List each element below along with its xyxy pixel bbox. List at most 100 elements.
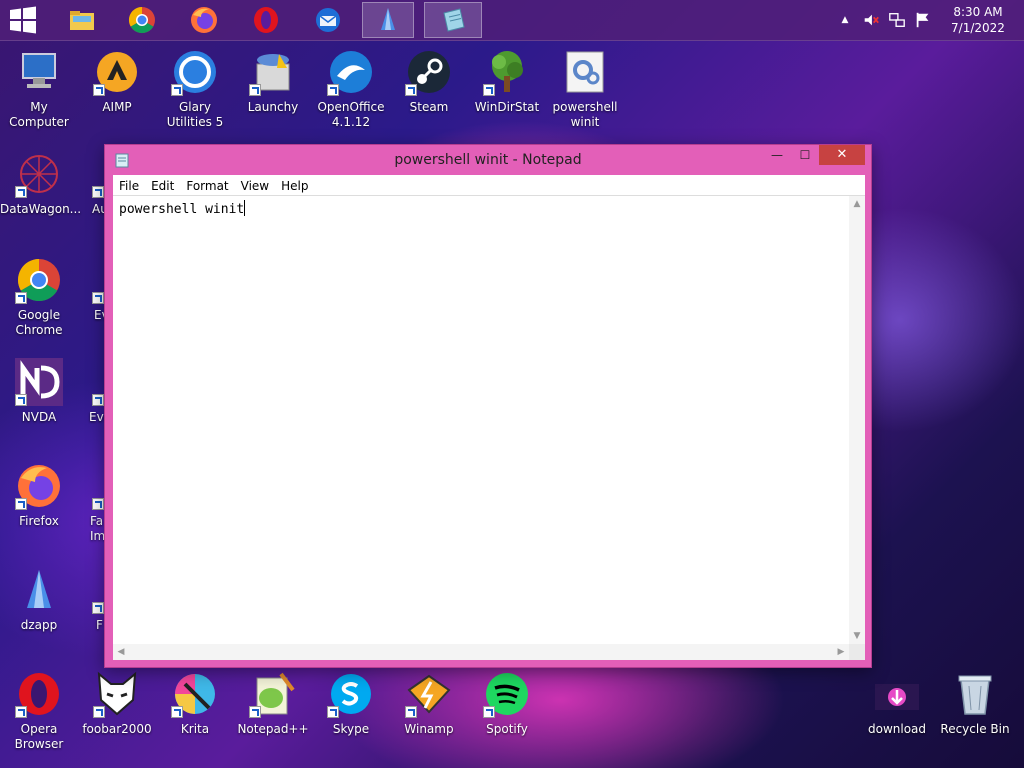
editor-text: powershell winit [119,202,245,217]
desktop-icon-spotify[interactable]: Spotify [468,670,546,737]
desktop-icon-label: Glary Utilities 5 [166,100,224,129]
horizontal-scrollbar[interactable]: ◀ ▶ [113,644,849,660]
desktop-icon-label: Eve [89,410,104,424]
taskbar-chrome[interactable] [116,2,168,38]
recycle-bin-icon [958,675,992,715]
scroll-left-icon[interactable]: ◀ [113,644,129,660]
desktop-icon-fa-imag-partial[interactable]: Fa Imag [78,462,104,544]
desktop-icon-krita[interactable]: Krita [156,670,234,737]
desktop-icon-nvda[interactable]: NVDA [0,358,78,425]
size-grip[interactable] [849,644,865,660]
taskbar-dzapp[interactable] [362,2,414,38]
download-folder-icon [875,684,919,710]
desktop-icon-label: AIMP [102,100,132,114]
desktop-icon-recycle-bin[interactable]: Recycle Bin [936,670,1014,737]
desktop-icon-opera-browser[interactable]: Opera Browser [0,670,78,752]
desktop-icon-launchy[interactable]: Launchy [234,48,312,115]
dzapp-icon [27,570,51,608]
desktop-icon-notepad-plus-plus[interactable]: Notepad++ [234,670,312,737]
desktop-icon-foobar2000[interactable]: foobar2000 [78,670,156,737]
desktop-icon-google-chrome[interactable]: Google Chrome [0,256,78,338]
desktop-icon-powershell-winit[interactable]: powershell winit [546,48,624,130]
desktop-icon-label: WinDirStat [474,100,540,114]
taskbar-thunderbird[interactable] [302,2,354,38]
desktop-icon-datawagon[interactable]: DataWagon... [0,150,82,217]
menu-help[interactable]: Help [275,175,314,195]
desktop-icon-dzapp[interactable]: dzapp [0,566,78,633]
text-editor[interactable]: powershell winit ▲ ▼ ◀ ▶ [113,196,865,660]
text-caret [244,200,246,216]
menu-view[interactable]: View [235,175,275,195]
taskbar: ▲ 8:30 AM 7/1/2022 [0,0,1024,41]
opera-icon [254,7,278,33]
title-bar[interactable]: powershell winit - Notepad — ☐ ✕ [105,145,871,175]
desktop-icon-label: download [867,722,927,736]
desktop-icon-label: Steam [409,100,449,114]
desktop-icon-skype[interactable]: Skype [312,670,390,737]
menu-bar: File Edit Format View Help [113,175,865,196]
desktop-icon-my-computer[interactable]: My Computer [0,48,78,130]
taskbar-opera[interactable] [240,2,292,38]
desktop-icon-label: Ev [94,308,104,322]
desktop-icon-firefox[interactable]: Firefox [0,462,78,529]
vertical-scrollbar[interactable]: ▲ ▼ [849,196,865,644]
window-title: powershell winit - Notepad [394,152,582,168]
desktop-icon-label: dzapp [20,618,58,632]
clock[interactable]: 8:30 AM 7/1/2022 [938,4,1018,36]
desktop-icon-au-partial[interactable]: Au [78,150,104,217]
desktop-icon-label: Opera Browser [14,722,64,751]
desktop-icon-label: OpenOffice 4.1.12 [317,100,385,129]
desktop-icon-label: Au [92,202,104,216]
desktop-icon-label: Krita [180,722,210,736]
desktop-icon-label: NVDA [21,410,57,424]
desktop-icon-aimp[interactable]: AIMP [78,48,156,115]
clock-date: 7/1/2022 [951,21,1005,35]
system-tray: ▲ 8:30 AM 7/1/2022 [834,0,1024,40]
menu-format[interactable]: Format [180,175,234,195]
desktop-icon-openoffice[interactable]: OpenOffice 4.1.12 [312,48,390,130]
menu-edit[interactable]: Edit [145,175,180,195]
desktop-icon-label: My Computer [9,100,69,129]
network-icon[interactable] [886,9,908,31]
clock-time: 8:30 AM [953,5,1003,19]
scroll-up-icon[interactable]: ▲ [849,196,865,212]
desktop-icon-label: Launchy [247,100,299,114]
desktop-icon-label: Fa Imag [90,514,104,543]
desktop-icon-label: Spotify [486,722,528,736]
volume-muted-icon[interactable] [860,9,882,31]
action-center-flag-icon[interactable] [912,9,934,31]
taskbar-notepad[interactable] [424,2,482,38]
desktop-icon-steam[interactable]: Steam [390,48,468,115]
desktop-icon-label: powershell winit [552,100,618,129]
minimize-button[interactable]: — [763,145,791,165]
editor-content[interactable]: powershell winit [119,200,246,217]
desktop-icon-label: Google Chrome [15,308,63,337]
scroll-right-icon[interactable]: ▶ [833,644,849,660]
start-button[interactable] [8,6,40,34]
desktop-icon-download[interactable]: download [858,670,936,737]
desktop-icon-winamp[interactable]: Winamp [390,670,468,737]
scroll-down-icon[interactable]: ▼ [849,628,865,644]
notepad-icon [443,8,465,32]
close-button[interactable]: ✕ [819,145,865,165]
desktop-icon-glary-utilities[interactable]: Glary Utilities 5 [156,48,234,130]
tray-overflow-icon[interactable]: ▲ [834,9,856,31]
maximize-button[interactable]: ☐ [791,145,819,165]
firefox-icon [191,7,217,33]
taskbar-firefox[interactable] [178,2,230,38]
desktop-icon-ev-partial[interactable]: Ev [78,256,104,323]
desktop-icon-label: Winamp [404,722,454,736]
desktop-icon-windirstat[interactable]: WinDirStat [468,48,546,115]
notepad-window[interactable]: powershell winit - Notepad — ☐ ✕ File Edi… [104,144,872,668]
settings-file-icon [566,51,604,93]
desktop-icon-label: Firefox [19,514,59,528]
computer-icon [22,53,56,88]
folder-icon [70,11,94,30]
desktop-icon-f-partial[interactable]: F [78,566,104,633]
chrome-icon [128,6,155,34]
desktop-icon-eve-partial[interactable]: Eve [78,358,104,425]
desktop-icon-label: DataWagon... [0,202,82,216]
taskbar-file-explorer[interactable] [56,2,108,38]
menu-file[interactable]: File [113,175,145,195]
thunderbird-icon [316,8,340,32]
